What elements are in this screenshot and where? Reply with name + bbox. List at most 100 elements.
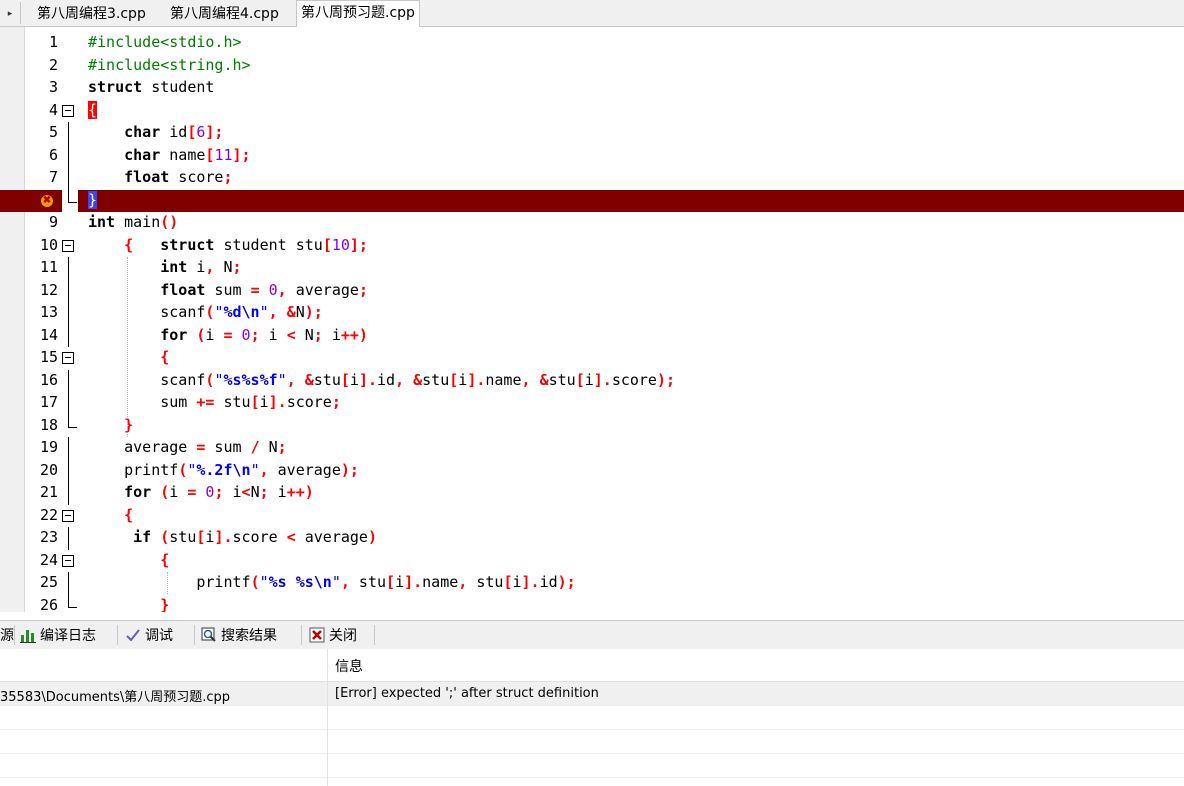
fold-guide [68,369,69,392]
code-line[interactable]: 2 #include<string.h> [0,55,1184,78]
code-line[interactable]: 3 struct student [0,77,1184,100]
code-line[interactable]: 12 float sum = 0, average; [0,279,1184,302]
check-icon [125,627,141,643]
tab-partial[interactable]: 源 [0,621,14,649]
tab-file-3-active[interactable]: 第八周预习题.cpp [296,0,420,28]
code-line[interactable]: 20 printf("%.2f\n", average); [0,459,1184,482]
fold-guide [68,572,69,595]
code-line[interactable]: 1 #include<stdio.h> [0,32,1184,55]
line-number: 18 [39,415,58,434]
code-line[interactable]: 23 if (stu[i].score < average) [0,527,1184,550]
code-text: if (stu[i].score < average) [133,528,377,546]
code-text: for (i = 0; i < N; i++) [160,325,368,344]
message-row[interactable]: 35583\Documents\第八周预习题.cpp [Error] expec… [0,682,1184,706]
tab-close-label: 关闭 [329,628,357,644]
code-line[interactable]: 21 for (i = 0; i<N; i++) [0,482,1184,505]
code-line[interactable]: 19 average = sum / N; [0,437,1184,460]
code-editor[interactable]: 1 #include<stdio.h> 2 #include<string.h>… [0,27,1184,612]
code-line[interactable]: 16 scanf("%s%s%f", &stu[i].id, &stu[i].n… [0,369,1184,392]
indent-guide [167,572,168,594]
tab-file-2[interactable]: 第八周编程4.cpp [165,2,284,26]
search-icon [201,627,217,643]
column-divider[interactable] [327,649,328,786]
code-text: #include<stdio.h> [88,33,242,51]
line-number: 7 [48,168,58,186]
line-number: 21 [39,483,58,501]
fold-guide [68,482,69,505]
code-text: sum += stu[i].score; [88,393,341,411]
fold-guide [68,437,69,460]
code-line[interactable]: 5 char id[6]; [0,122,1184,145]
line-number: 6 [48,145,58,164]
tab-file-1[interactable]: 第八周编程3.cpp [32,2,151,26]
code-text: float sum = 0, average; [160,280,368,299]
line-number: 16 [39,370,58,389]
fold-guide [68,144,69,167]
code-line[interactable]: 18 } [0,414,1184,438]
code-line[interactable]: 15 { [0,347,1184,370]
code-line[interactable]: 25 printf("%s %s\n", stu[i].name, stu[i]… [0,572,1184,595]
fold-collapse-icon[interactable] [62,352,74,364]
tab-compile-log[interactable]: 编译日志 [20,621,96,649]
fold-end-marker [68,414,77,428]
message-text: [Error] expected ';' after struct defini… [335,686,599,701]
fold-guide [68,392,69,415]
code-text: struct student [88,78,215,96]
code-text: #include<string.h> [88,55,251,74]
code-text: int i, N; [160,258,242,276]
tab-scroll-right-icon[interactable]: ▸ [0,2,21,24]
fold-guide [68,302,69,325]
message-file: 35583\Documents\第八周预习题.cpp [0,690,231,705]
bottom-panel-tabs: 源 编译日志 调试 搜索结果 关闭 [0,620,1184,650]
line-number: 4 [48,100,58,119]
code-line[interactable]: 13 scanf("%d\n", &N); [0,302,1184,325]
fold-collapse-icon[interactable] [62,104,74,117]
fold-collapse-icon[interactable] [62,509,74,522]
code-text: { [160,348,170,366]
message-row-empty [0,754,1184,778]
code-line[interactable]: 7 float score; [0,167,1184,190]
code-line[interactable]: 17 sum += stu[i].score; [0,392,1184,415]
line-number: 22 [39,505,58,524]
tab-separator [374,625,375,645]
code-line[interactable]: 11 int i, N; [0,257,1184,280]
line-number: 26 [39,595,58,613]
code-line[interactable]: 4 { [0,100,1184,123]
fold-collapse-icon[interactable] [62,554,74,567]
line-number: 11 [39,258,58,276]
code-line[interactable]: 24 { [0,550,1184,573]
line-number: 5 [48,123,58,141]
tab-close[interactable]: 关闭 [309,621,357,649]
code-line[interactable]: 14 for (i = 0; i < N; i++) [0,324,1184,347]
line-number: 19 [39,438,58,456]
file-tab-bar: ▸ 第八周编程3.cpp 第八周编程4.cpp 第八周预习题.cpp [0,0,1184,28]
code-line[interactable]: 22 { [0,505,1184,528]
line-number: 2 [48,55,58,74]
code-text: char id[6]; [124,123,224,141]
code-text: char name[11]; [124,145,251,164]
error-marker-icon: ✖ [41,194,53,207]
line-number: 12 [39,280,58,299]
fold-guide [68,324,69,347]
code-text: printf("%.2f\n", average); [88,460,359,479]
line-number: 20 [39,460,58,479]
line-number: 17 [39,393,58,411]
code-text: float score; [124,168,233,186]
code-line[interactable]: 6 char name[11]; [0,144,1184,167]
tab-search-results[interactable]: 搜索结果 [201,621,277,649]
code-text: { struct student stu[10]; [124,235,368,254]
column-header-info[interactable]: 信息 [335,656,363,676]
close-icon [309,627,325,643]
fold-collapse-icon[interactable] [62,239,74,252]
code-text: printf("%s %s\n", stu[i].name, stu[i].id… [88,573,576,591]
code-line-error[interactable]: ✖ } [0,189,1184,212]
code-line[interactable]: 9 int main() [0,212,1184,235]
tab-separator [194,625,195,645]
line-number: 13 [39,303,58,321]
line-number: 24 [39,550,58,569]
code-text: } [88,190,98,209]
line-number: 14 [39,325,58,344]
code-line[interactable]: 10 { struct student stu[10]; [0,235,1184,258]
tab-debug[interactable]: 调试 [125,621,173,649]
code-line[interactable]: 26 } [0,594,1184,613]
